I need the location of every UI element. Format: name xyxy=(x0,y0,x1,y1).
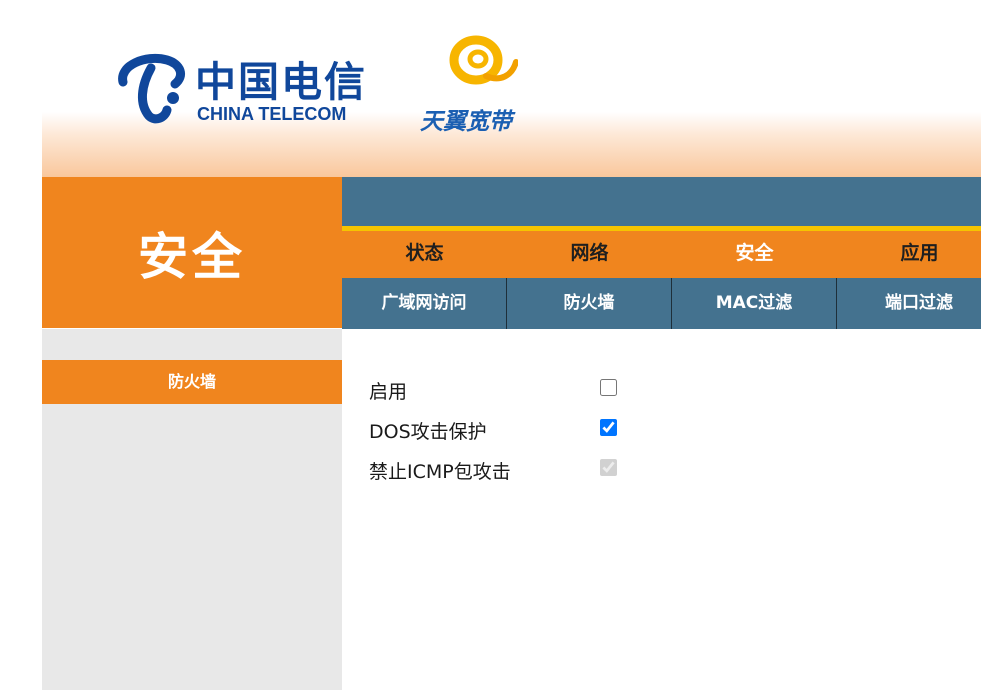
brand-name-cn: 中国电信 xyxy=(195,58,367,106)
top-banner xyxy=(342,177,981,226)
sidebar-item-firewall[interactable]: 防火墙 xyxy=(42,360,342,404)
dos-protection-label: DOS攻击保护 xyxy=(369,421,487,443)
sub-tab-port-filter[interactable]: 端口过滤 xyxy=(837,278,981,329)
main-tab-status[interactable]: 状态 xyxy=(342,231,507,278)
header: 中国电信 CHINA TELECOM 天翼宽带 xyxy=(42,0,981,177)
enable-checkbox[interactable] xyxy=(600,379,617,396)
sub-tab-wan-access[interactable]: 广域网访问 xyxy=(342,278,507,329)
tianyi-swirl-icon xyxy=(449,35,518,85)
form-row-enable: 启用 xyxy=(369,370,929,410)
main-nav: 状态 网络 安全 应用 xyxy=(342,231,981,278)
firewall-form: 启用 DOS攻击保护 禁止ICMP包攻击 xyxy=(369,370,929,490)
sub-nav: 广域网访问 防火墙 MAC过滤 端口过滤 xyxy=(342,278,981,329)
china-telecom-logo: 中国电信 CHINA TELECOM xyxy=(115,48,375,128)
icmp-block-checkbox xyxy=(600,459,617,476)
main-tab-security[interactable]: 安全 xyxy=(672,231,837,278)
subbrand-name: 天翼宽带 xyxy=(420,109,512,135)
main-tab-network[interactable]: 网络 xyxy=(507,231,672,278)
form-row-icmp-block: 禁止ICMP包攻击 xyxy=(369,450,929,490)
section-title: 安全 xyxy=(42,177,342,328)
sidebar: 防火墙 xyxy=(42,329,342,690)
china-telecom-emblem-icon xyxy=(118,54,185,124)
enable-label: 启用 xyxy=(369,381,408,403)
sub-tab-firewall[interactable]: 防火墙 xyxy=(507,278,672,329)
dos-protection-checkbox[interactable] xyxy=(600,419,617,436)
sub-tab-mac-filter[interactable]: MAC过滤 xyxy=(672,278,837,329)
main-tab-application[interactable]: 应用 xyxy=(837,231,981,278)
tianyi-broadband-logo: 天翼宽带 xyxy=(420,32,550,135)
icmp-block-label: 禁止ICMP包攻击 xyxy=(369,461,511,483)
form-row-dos-protection: DOS攻击保护 xyxy=(369,410,929,450)
brand-name-en: CHINA TELECOM xyxy=(197,104,347,124)
